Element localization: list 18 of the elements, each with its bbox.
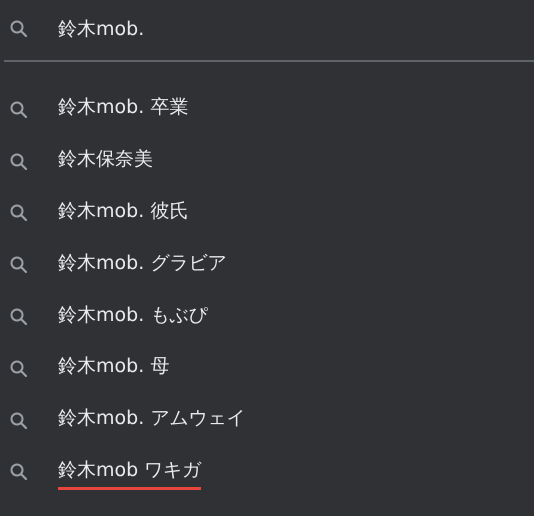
search-icon [9,358,29,379]
suggestion-item[interactable]: 鈴木mob. 彼氏 [58,196,188,231]
suggestion-item[interactable]: 鈴木保奈美 [58,144,153,180]
suggestion-item[interactable]: 鈴木mob. グラビア [58,248,226,283]
search-icon [9,462,29,482]
search-icon [9,307,29,328]
search-icon [9,203,29,224]
search-icon [9,100,29,120]
search-icon [9,19,29,39]
search-icon [9,255,29,276]
suggestion-item[interactable]: 鈴木mob ワキガ [58,454,202,490]
search-icon [9,152,29,172]
suggestion-item[interactable]: 鈴木mob. もぶぴ [58,300,208,335]
suggestion-item[interactable]: 鈴木mob. 母 [58,351,170,386]
suggestion-item[interactable]: 鈴木mob. アムウェイ [58,403,246,438]
search-field[interactable]: 鈴木mob. [58,14,534,44]
search-icon [9,410,29,431]
suggestion-item[interactable]: 鈴木mob. 卒業 [58,92,188,128]
